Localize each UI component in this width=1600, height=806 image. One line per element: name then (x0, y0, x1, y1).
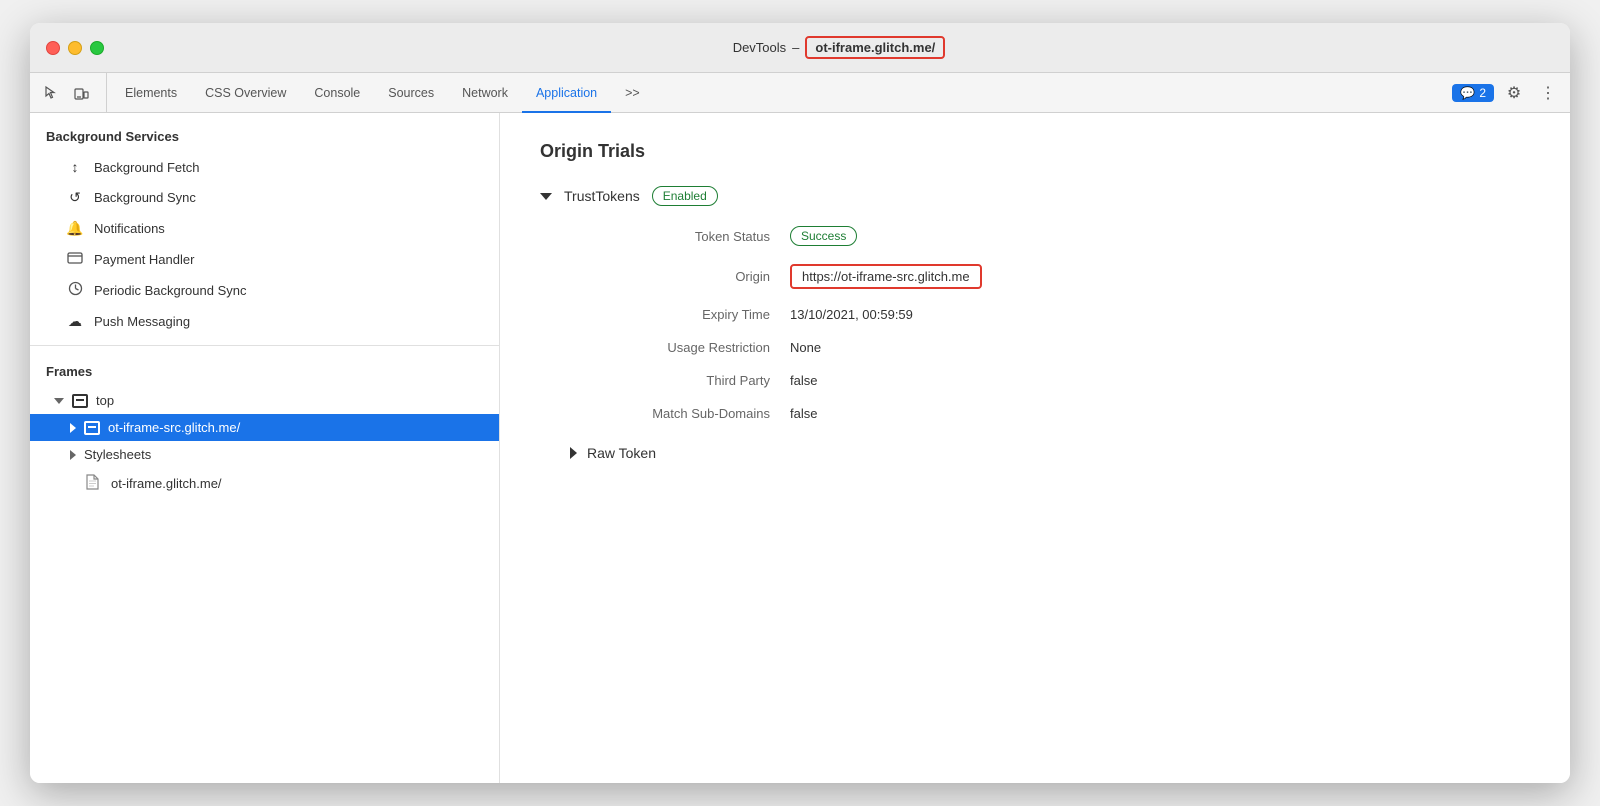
origin-value: https://ot-iframe-src.glitch.me (790, 264, 1530, 289)
toolbar-right: 💬 2 ⚙ ⋮ (1452, 73, 1562, 112)
devtools-label: DevTools (733, 40, 786, 55)
chat-count: 2 (1479, 86, 1486, 100)
expiry-value: 13/10/2021, 00:59:59 (790, 307, 1530, 322)
frames-stylesheets-label: Stylesheets (84, 447, 151, 462)
close-button[interactable] (46, 41, 60, 55)
usage-restriction-label: Usage Restriction (570, 340, 790, 355)
third-party-value: false (790, 373, 1530, 388)
match-sub-domains-value: false (790, 406, 1530, 421)
trust-tokens-section: TrustTokens Enabled (540, 186, 1530, 206)
frames-stylesheets[interactable]: Stylesheets (30, 441, 499, 468)
sidebar-item-background-fetch[interactable]: ↕ Background Fetch (30, 152, 499, 182)
trust-tokens-label: TrustTokens (564, 188, 640, 204)
sidebar-item-background-fetch-label: Background Fetch (94, 160, 200, 175)
sidebar-item-notifications[interactable]: 🔔 Notifications (30, 213, 499, 244)
raw-token-expand-icon[interactable] (570, 447, 577, 459)
frames-iframe-expand-icon (70, 423, 76, 433)
maximize-button[interactable] (90, 41, 104, 55)
sidebar-item-periodic-background-sync[interactable]: Periodic Background Sync (30, 274, 499, 306)
minimize-button[interactable] (68, 41, 82, 55)
detail-grid: Token Status Success Origin https://ot-i… (570, 226, 1530, 421)
more-options-icon[interactable]: ⋮ (1534, 79, 1562, 107)
sidebar-item-payment-handler[interactable]: Payment Handler (30, 244, 499, 274)
background-services-title: Background Services (30, 113, 499, 152)
trust-tokens-expand-icon[interactable] (540, 193, 552, 200)
frames-stylesheets-expand-icon (70, 450, 76, 460)
sidebar-item-payment-handler-label: Payment Handler (94, 252, 194, 267)
chat-icon: 💬 (1460, 86, 1475, 100)
toolbar-tabs: Elements CSS Overview Console Sources Ne… (111, 73, 1452, 112)
main-content: Background Services ↕ Background Fetch ↺… (30, 113, 1570, 783)
sidebar-item-periodic-background-sync-label: Periodic Background Sync (94, 283, 246, 298)
titlebar: DevTools – ot-iframe.glitch.me/ (30, 23, 1570, 73)
sidebar-item-push-messaging[interactable]: ☁ Push Messaging (30, 306, 499, 337)
frames-file-item[interactable]: ot-iframe.glitch.me/ (30, 468, 499, 499)
chat-badge[interactable]: 💬 2 (1452, 84, 1494, 102)
titlebar-url: ot-iframe.glitch.me/ (805, 36, 945, 59)
frames-iframe-item[interactable]: ot-iframe-src.glitch.me/ (30, 414, 499, 441)
enabled-badge: Enabled (652, 186, 718, 206)
match-sub-domains-label: Match Sub-Domains (570, 406, 790, 421)
payment-handler-icon (66, 251, 84, 267)
token-status-value: Success (790, 226, 1530, 246)
push-messaging-icon: ☁ (66, 313, 84, 330)
origin-url: https://ot-iframe-src.glitch.me (790, 264, 982, 289)
token-status-label: Token Status (570, 226, 790, 246)
tab-application[interactable]: Application (522, 74, 611, 113)
background-fetch-icon: ↕ (66, 159, 84, 175)
tab-more[interactable]: >> (611, 74, 654, 113)
success-badge: Success (790, 226, 857, 246)
background-sync-icon: ↺ (66, 189, 84, 206)
tab-css-overview[interactable]: CSS Overview (191, 74, 300, 113)
page-title: Origin Trials (540, 141, 1530, 162)
sidebar-item-background-sync[interactable]: ↺ Background Sync (30, 182, 499, 213)
sidebar-item-notifications-label: Notifications (94, 221, 165, 236)
raw-token-row[interactable]: Raw Token (570, 445, 1530, 461)
raw-token-label: Raw Token (587, 445, 656, 461)
frames-top-label: top (96, 393, 114, 408)
tab-elements[interactable]: Elements (111, 74, 191, 113)
periodic-sync-icon (66, 281, 84, 299)
expiry-label: Expiry Time (570, 307, 790, 322)
usage-restriction-value: None (790, 340, 1530, 355)
device-icon[interactable] (68, 80, 94, 106)
third-party-label: Third Party (570, 373, 790, 388)
frames-iframe-icon (84, 421, 100, 435)
frames-title: Frames (30, 354, 499, 387)
tab-console[interactable]: Console (300, 74, 374, 113)
toolbar: Elements CSS Overview Console Sources Ne… (30, 73, 1570, 113)
frames-top-expand-icon (54, 398, 64, 404)
frames-file-icon (86, 474, 99, 493)
window-controls (46, 41, 104, 55)
content-area: Origin Trials TrustTokens Enabled Token … (500, 113, 1570, 783)
sidebar-divider (30, 345, 499, 346)
frames-file-label: ot-iframe.glitch.me/ (111, 476, 222, 491)
frames-top[interactable]: top (30, 387, 499, 414)
sidebar-item-push-messaging-label: Push Messaging (94, 314, 190, 329)
settings-icon[interactable]: ⚙ (1500, 79, 1528, 107)
devtools-window: DevTools – ot-iframe.glitch.me/ Elements (30, 23, 1570, 783)
toolbar-left-icons (38, 73, 107, 112)
tab-sources[interactable]: Sources (374, 74, 448, 113)
inspect-icon[interactable] (38, 80, 64, 106)
notifications-icon: 🔔 (66, 220, 84, 237)
frames-top-icon (72, 394, 88, 408)
frames-iframe-label: ot-iframe-src.glitch.me/ (108, 420, 240, 435)
sidebar: Background Services ↕ Background Fetch ↺… (30, 113, 500, 783)
origin-label: Origin (570, 264, 790, 289)
tab-network[interactable]: Network (448, 74, 522, 113)
sidebar-item-background-sync-label: Background Sync (94, 190, 196, 205)
titlebar-title: DevTools – ot-iframe.glitch.me/ (124, 36, 1554, 59)
